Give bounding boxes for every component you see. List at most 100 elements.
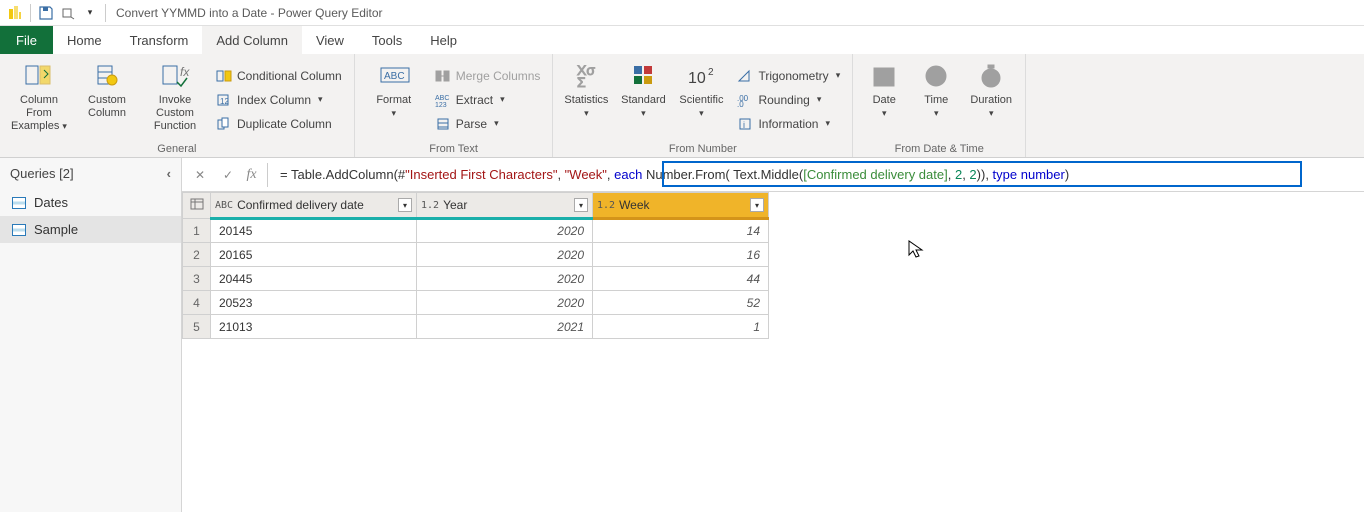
- window-title: Convert YYMMD into a Date - Power Query …: [116, 6, 383, 20]
- invoke-icon: fx: [159, 60, 191, 92]
- tab-file[interactable]: File: [0, 26, 53, 54]
- trigonometry-button[interactable]: Trigonometry▾: [733, 66, 844, 86]
- label: Duration: [970, 94, 1012, 106]
- index-column-button[interactable]: 12 Index Column▾: [212, 90, 346, 110]
- corner-cell[interactable]: [183, 193, 211, 219]
- parse-button[interactable]: Parse▾: [431, 114, 545, 134]
- label: Date: [873, 94, 896, 106]
- cell[interactable]: 1: [593, 315, 769, 339]
- table-row[interactable]: 3 20445 2020 44: [183, 267, 769, 291]
- tab-view[interactable]: View: [302, 26, 358, 54]
- parse-icon: [435, 116, 451, 132]
- svg-text:10: 10: [688, 70, 706, 87]
- cell[interactable]: 20523: [211, 291, 417, 315]
- cell[interactable]: 44: [593, 267, 769, 291]
- group-label: From Number: [561, 141, 844, 155]
- cell[interactable]: 20165: [211, 243, 417, 267]
- table-row[interactable]: 5 21013 2021 1: [183, 315, 769, 339]
- save-icon[interactable]: [37, 4, 55, 22]
- duplicate-icon: [216, 116, 232, 132]
- format-button[interactable]: ABC Format▾: [363, 58, 425, 141]
- time-button: Time▾: [913, 58, 959, 141]
- accept-formula-button[interactable]: ✓: [216, 163, 240, 187]
- tab-help[interactable]: Help: [416, 26, 471, 54]
- query-name: Sample: [34, 222, 78, 237]
- information-button[interactable]: i Information▾: [733, 114, 844, 134]
- qat-dropdown-icon[interactable]: ▾: [81, 4, 99, 22]
- svg-text:12: 12: [220, 97, 229, 106]
- row-number: 2: [183, 243, 211, 267]
- column-header-year[interactable]: 1.2 Year ▾: [417, 193, 593, 219]
- group-label: From Text: [363, 141, 545, 155]
- label: Statistics: [564, 94, 608, 106]
- label: Invoke Custom Function: [146, 94, 204, 133]
- extract-button[interactable]: ABC123 Extract▾: [431, 90, 545, 110]
- tab-transform[interactable]: Transform: [116, 26, 203, 54]
- content-area: Queries [2] ‹ Dates Sample ✕ ✓ fx = Tabl…: [0, 158, 1364, 512]
- row-number: 4: [183, 291, 211, 315]
- formula-bar: ✕ ✓ fx = Table.AddColumn(#"Inserted Firs…: [182, 158, 1364, 192]
- cell[interactable]: 2020: [417, 243, 593, 267]
- separator: [30, 4, 31, 22]
- conditional-column-button[interactable]: Conditional Column: [212, 66, 346, 86]
- fx-icon[interactable]: fx: [244, 163, 268, 187]
- column-from-examples-button[interactable]: Column From Examples ▾: [8, 58, 70, 141]
- query-item-sample[interactable]: Sample: [0, 216, 181, 243]
- cell[interactable]: 2020: [417, 267, 593, 291]
- row-number: 5: [183, 315, 211, 339]
- trig-icon: [737, 68, 753, 84]
- type-icon: 1.2: [421, 200, 439, 211]
- index-icon: 12: [216, 92, 232, 108]
- column-header-week[interactable]: 1.2 Week ▾: [593, 193, 769, 219]
- cell[interactable]: 14: [593, 219, 769, 243]
- column-filter-button[interactable]: ▾: [398, 198, 412, 212]
- cell[interactable]: 20145: [211, 219, 417, 243]
- tab-home[interactable]: Home: [53, 26, 116, 54]
- column-name: Confirmed delivery date: [237, 198, 394, 212]
- standard-icon: [627, 60, 659, 92]
- tab-tools[interactable]: Tools: [358, 26, 416, 54]
- cell[interactable]: 2020: [417, 291, 593, 315]
- label: Format: [376, 94, 411, 106]
- merge-icon: [435, 68, 451, 84]
- tab-add-column[interactable]: Add Column: [202, 26, 302, 54]
- main-pane: ✕ ✓ fx = Table.AddColumn(#"Inserted Firs…: [182, 158, 1364, 512]
- cell[interactable]: 52: [593, 291, 769, 315]
- duration-icon: [975, 60, 1007, 92]
- column-filter-button[interactable]: ▾: [574, 198, 588, 212]
- label: Duplicate Column: [237, 117, 332, 131]
- statistics-button: XσΣ Statistics▾: [561, 58, 611, 141]
- undo-icon[interactable]: [59, 4, 77, 22]
- table-row[interactable]: 4 20523 2020 52: [183, 291, 769, 315]
- custom-column-button[interactable]: Custom Column: [76, 58, 138, 141]
- cancel-formula-button[interactable]: ✕: [188, 163, 212, 187]
- formula-input[interactable]: = Table.AddColumn(#"Inserted First Chara…: [276, 165, 1358, 185]
- collapse-icon[interactable]: ‹: [167, 166, 171, 181]
- label: Information: [758, 117, 818, 131]
- column-header-confirmed-date[interactable]: ABC Confirmed delivery date ▾: [211, 193, 417, 219]
- table-row[interactable]: 2 20165 2020 16: [183, 243, 769, 267]
- cell[interactable]: 16: [593, 243, 769, 267]
- cell[interactable]: 2021: [417, 315, 593, 339]
- standard-button[interactable]: Standard▾: [617, 58, 669, 141]
- conditional-icon: [216, 68, 232, 84]
- row-number: 3: [183, 267, 211, 291]
- table-row[interactable]: 1 20145 2020 14: [183, 219, 769, 243]
- scientific-button[interactable]: 102 Scientific▾: [675, 58, 727, 141]
- svg-text:123: 123: [435, 102, 447, 107]
- column-name: Year: [443, 198, 570, 212]
- label: Extract: [456, 93, 493, 107]
- cell[interactable]: 21013: [211, 315, 417, 339]
- label: Column From Examples: [11, 94, 59, 132]
- svg-text:.0: .0: [737, 100, 744, 107]
- label: Rounding: [758, 93, 809, 107]
- invoke-custom-function-button[interactable]: fx Invoke Custom Function: [144, 58, 206, 141]
- cell[interactable]: 2020: [417, 219, 593, 243]
- duplicate-column-button[interactable]: Duplicate Column: [212, 114, 346, 134]
- query-item-dates[interactable]: Dates: [0, 189, 181, 216]
- cell[interactable]: 20445: [211, 267, 417, 291]
- query-name: Dates: [34, 195, 68, 210]
- svg-text:Σ: Σ: [577, 74, 586, 89]
- rounding-button[interactable]: .00.0 Rounding▾: [733, 90, 844, 110]
- column-filter-button[interactable]: ▾: [750, 198, 764, 212]
